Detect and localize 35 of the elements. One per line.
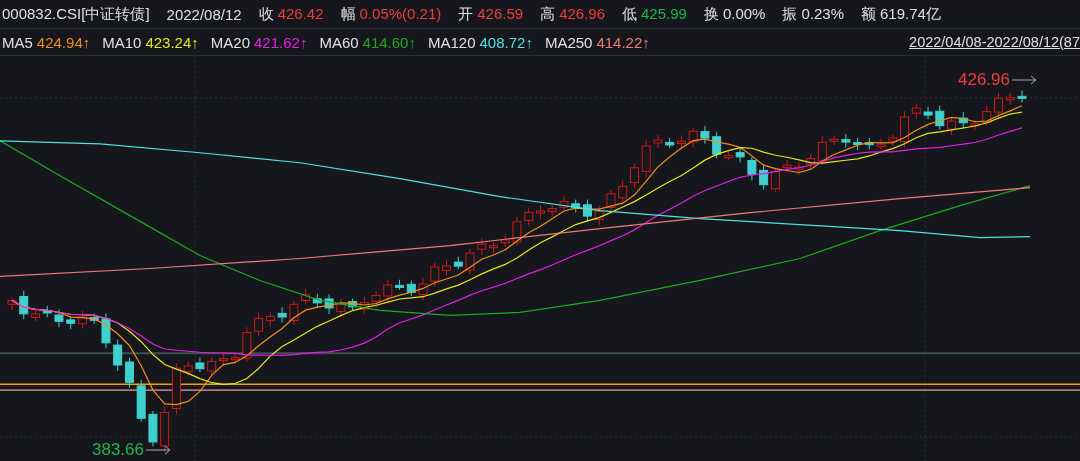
ma-label: MA10 <box>102 33 142 51</box>
high-price-label: 426.96 <box>958 70 1010 90</box>
quote-value: 426.42 <box>277 4 324 24</box>
ma-label: MA60 <box>319 33 359 51</box>
low-price-label: 383.66 <box>92 440 144 460</box>
quote-label: 高 <box>540 4 556 24</box>
quote-label: 额 <box>861 4 876 24</box>
quote-value: 0.05%(0.21) <box>359 4 442 24</box>
quote-label: 低 <box>622 4 638 24</box>
ma-label: MA120 <box>427 33 476 51</box>
ma-value: 408.72↑ <box>479 33 533 51</box>
ma-label: MA5 <box>2 33 33 51</box>
ma-value: 414.22↑ <box>596 33 650 51</box>
quote-label: 振 <box>782 4 798 24</box>
quote-value: 426.59 <box>477 4 524 24</box>
quote-value: 425.99 <box>641 4 687 24</box>
quote-value: 0.23% <box>801 4 844 24</box>
quote-date: 2022/08/12 <box>166 5 242 23</box>
quote-value: 426.96 <box>559 4 606 24</box>
arrow-icon <box>1012 75 1038 85</box>
quote-value: 0.00% <box>722 4 766 24</box>
ma-label: MA20 <box>210 33 250 51</box>
ma-label: MA250 <box>544 33 593 51</box>
arrow-icon <box>146 445 172 455</box>
quote-label: 换 <box>703 4 719 24</box>
ma-value: 414.60↑ <box>362 33 416 51</box>
index-code: 000832.CSI[中证转债] <box>2 4 150 24</box>
quote-label: 收 <box>258 4 274 24</box>
ma-value: 423.24↑ <box>145 33 199 51</box>
quote-value: 619.74亿 <box>880 4 941 24</box>
quote-label: 幅 <box>340 4 356 24</box>
quote-label: 开 <box>458 4 474 24</box>
date-range-link[interactable]: 2022/04/08-2022/08/12(87 <box>909 34 1080 50</box>
ma-value: 424.94↑ <box>36 33 91 51</box>
ma-value: 421.62↑ <box>254 33 308 51</box>
